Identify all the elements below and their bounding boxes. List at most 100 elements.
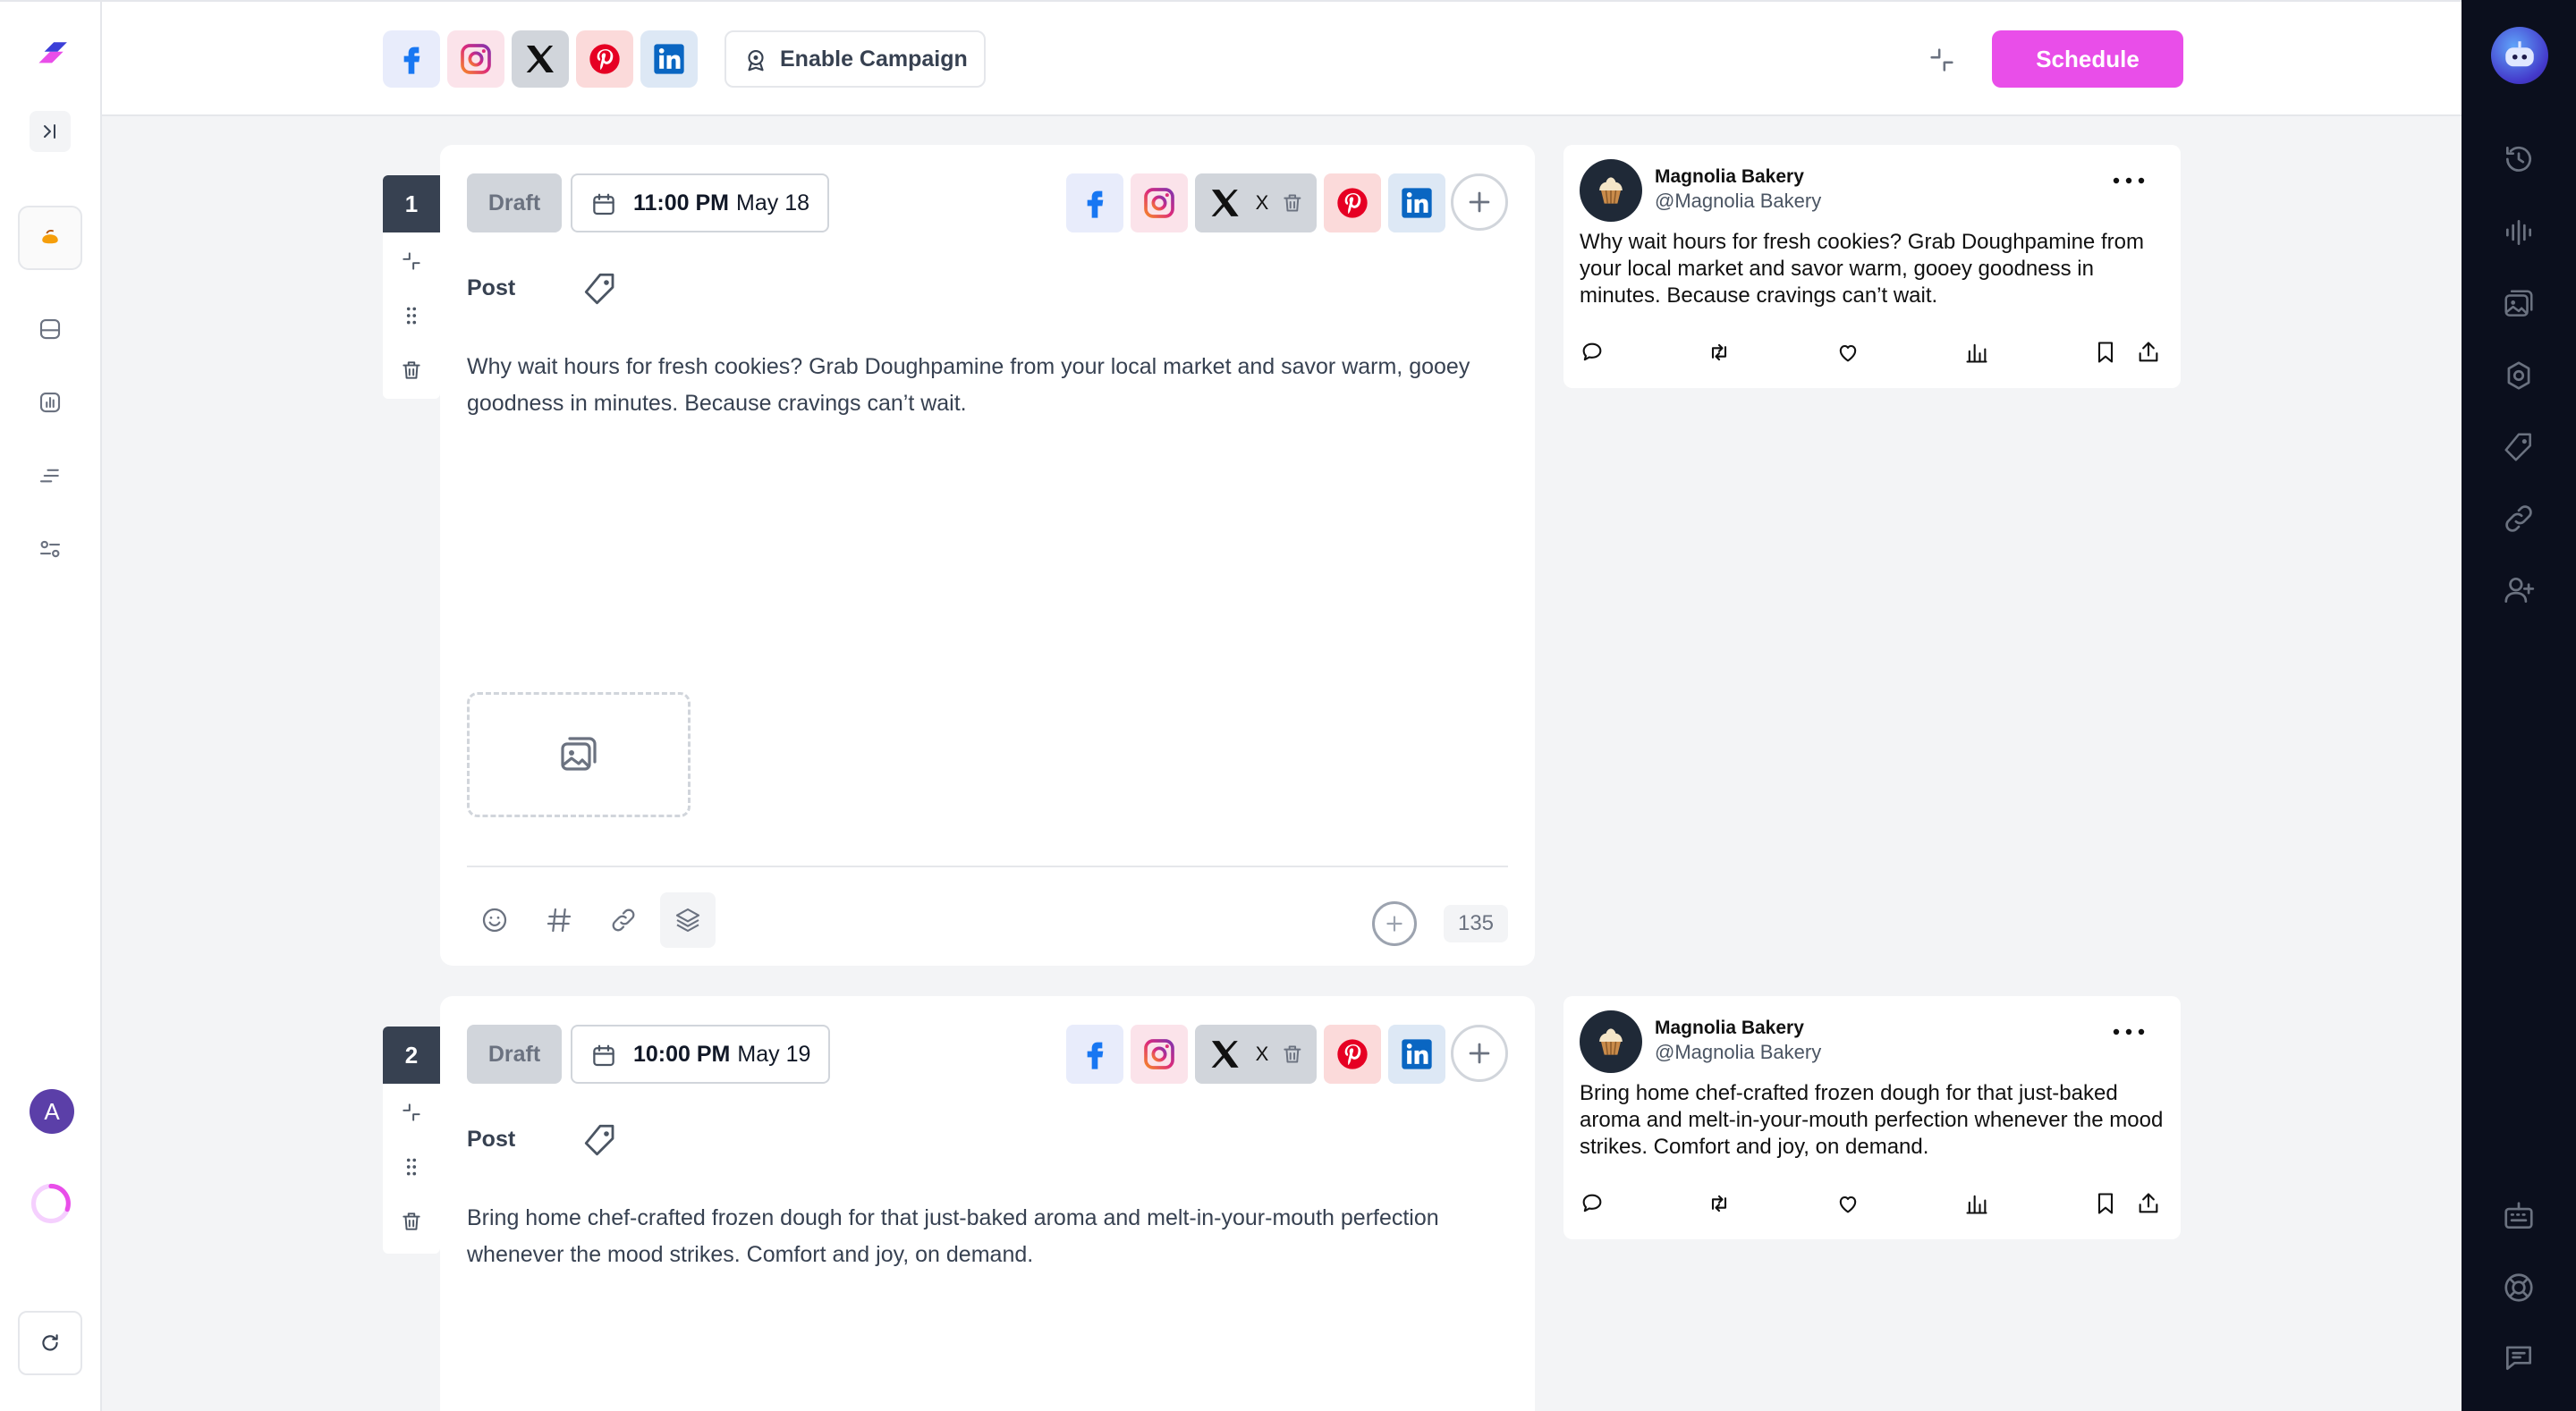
media-library-icon[interactable]: [2499, 284, 2538, 324]
schedule-date: May 18: [736, 190, 809, 215]
post-2-card: Draft 10:00 PM May 19 X Post Bring home …: [440, 996, 1535, 1411]
post-type-label: Post: [467, 1127, 516, 1152]
stats-icon[interactable]: [1964, 340, 1993, 368]
add-network-button[interactable]: [1451, 173, 1508, 231]
post-2-preview: Magnolia Bakery @Magnolia Bakery Bring h…: [1563, 996, 2181, 1239]
drag-handle-icon[interactable]: [383, 1141, 440, 1193]
add-network-button[interactable]: [1451, 1025, 1508, 1082]
profile-name: Magnolia Bakery: [1655, 1018, 1804, 1038]
emoji-icon: [480, 906, 509, 934]
link-icon[interactable]: [2499, 499, 2538, 538]
keyboard-icon[interactable]: [2499, 1196, 2538, 1236]
character-count: 135: [1444, 905, 1508, 942]
expand-sidebar-icon[interactable]: [30, 111, 71, 152]
profile-handle: @Magnolia Bakery: [1655, 1041, 1822, 1063]
inbox-icon[interactable]: [18, 297, 82, 361]
collapse-icon[interactable]: [383, 1084, 440, 1141]
facebook-icon[interactable]: [383, 30, 440, 88]
history-icon[interactable]: [2499, 139, 2538, 179]
top-bar: Enable Campaign Schedule: [102, 0, 2462, 116]
collapse-icon[interactable]: [383, 232, 440, 290]
cupcake-icon: [1591, 1022, 1631, 1061]
post-text-editor[interactable]: Bring home chef-crafted frozen dough for…: [467, 1200, 1513, 1273]
schedule-date-button[interactable]: 10:00 PM May 19: [571, 1025, 831, 1084]
schedule-date-button[interactable]: 11:00 PM May 18: [571, 173, 829, 232]
divider: [467, 866, 1508, 867]
instagram-icon[interactable]: [1131, 1025, 1188, 1084]
media-upload-area[interactable]: [467, 692, 691, 817]
preview-actions: [1580, 340, 2170, 370]
linkedin-icon[interactable]: [640, 30, 698, 88]
share-icon[interactable]: [2136, 340, 2165, 368]
help-icon[interactable]: [2499, 1268, 2538, 1307]
like-icon[interactable]: [1835, 340, 1864, 368]
tag-icon[interactable]: [581, 1121, 619, 1159]
pinterest-icon[interactable]: [576, 30, 633, 88]
bookmark-icon[interactable]: [2093, 1191, 2122, 1220]
layers-button[interactable]: [660, 892, 716, 948]
tag-icon[interactable]: [581, 270, 619, 308]
facebook-icon[interactable]: [1066, 173, 1123, 232]
tag-icon[interactable]: [2499, 427, 2538, 467]
plus-icon: [1464, 1038, 1495, 1069]
stats-icon[interactable]: [1964, 1191, 1993, 1220]
status-badge[interactable]: Draft: [467, 1025, 562, 1084]
schedule-date: May 19: [737, 1041, 811, 1067]
instagram-icon[interactable]: [447, 30, 504, 88]
user-avatar[interactable]: A: [30, 1089, 74, 1134]
delete-post-icon[interactable]: [383, 342, 440, 399]
chat-icon[interactable]: [2499, 1338, 2538, 1377]
add-thread-button[interactable]: [1372, 901, 1417, 946]
preview-text: Why wait hours for fresh cookies? Grab D…: [1580, 230, 2144, 308]
pinterest-icon[interactable]: [1324, 173, 1381, 232]
brand-avatar-icon[interactable]: [18, 206, 82, 270]
linkedin-icon[interactable]: [1388, 173, 1445, 232]
linkedin-icon[interactable]: [1388, 1025, 1445, 1084]
badge-icon[interactable]: [2499, 356, 2538, 395]
share-icon[interactable]: [2136, 1191, 2165, 1220]
collapse-icon[interactable]: [1927, 45, 1957, 75]
settings-sliders-icon[interactable]: [18, 517, 82, 581]
delete-post-icon[interactable]: [383, 1193, 440, 1250]
analytics-icon[interactable]: [18, 370, 82, 435]
add-user-icon[interactable]: [2499, 570, 2538, 610]
logo-icon[interactable]: [18, 23, 82, 88]
progress-ring-icon: [28, 1180, 74, 1227]
x-icon[interactable]: [512, 30, 569, 88]
remove-network-icon[interactable]: [1281, 1043, 1304, 1066]
like-icon[interactable]: [1835, 1191, 1864, 1220]
x-network-group[interactable]: X: [1195, 173, 1317, 232]
schedule-time: 10:00 PM: [633, 1041, 731, 1067]
emoji-button[interactable]: [467, 892, 522, 948]
enable-campaign-button[interactable]: Enable Campaign: [724, 30, 986, 88]
x-network-group[interactable]: X: [1195, 1025, 1317, 1084]
x-icon: [1208, 1036, 1243, 1072]
audio-wave-icon[interactable]: [2499, 213, 2538, 252]
list-icon[interactable]: [18, 444, 82, 508]
refresh-icon[interactable]: [18, 1311, 82, 1375]
instagram-icon[interactable]: [1131, 173, 1188, 232]
reply-icon[interactable]: [1580, 1191, 1608, 1220]
status-badge[interactable]: Draft: [467, 173, 562, 232]
link-button[interactable]: [596, 892, 651, 948]
more-options-icon[interactable]: [2109, 1021, 2148, 1043]
profile-avatar: [1580, 1010, 1642, 1073]
assistant-bot-icon[interactable]: [2491, 27, 2548, 84]
schedule-button[interactable]: Schedule: [1992, 30, 2183, 88]
pinterest-icon[interactable]: [1324, 1025, 1381, 1084]
drag-handle-icon[interactable]: [383, 290, 440, 342]
post-number: 1: [383, 175, 440, 232]
post-type-label: Post: [467, 275, 516, 300]
left-sidebar: A: [0, 0, 102, 1411]
enable-campaign-label: Enable Campaign: [780, 46, 968, 72]
facebook-icon[interactable]: [1066, 1025, 1123, 1084]
repost-icon[interactable]: [1707, 1191, 1735, 1220]
bookmark-icon[interactable]: [2093, 340, 2122, 368]
reply-icon[interactable]: [1580, 340, 1608, 368]
post-text-editor[interactable]: Why wait hours for fresh cookies? Grab D…: [467, 349, 1513, 422]
remove-network-icon[interactable]: [1281, 191, 1304, 215]
more-options-icon[interactable]: [2109, 170, 2148, 191]
schedule-time: 11:00 PM: [633, 190, 730, 215]
hashtag-button[interactable]: [531, 892, 587, 948]
repost-icon[interactable]: [1707, 340, 1735, 368]
